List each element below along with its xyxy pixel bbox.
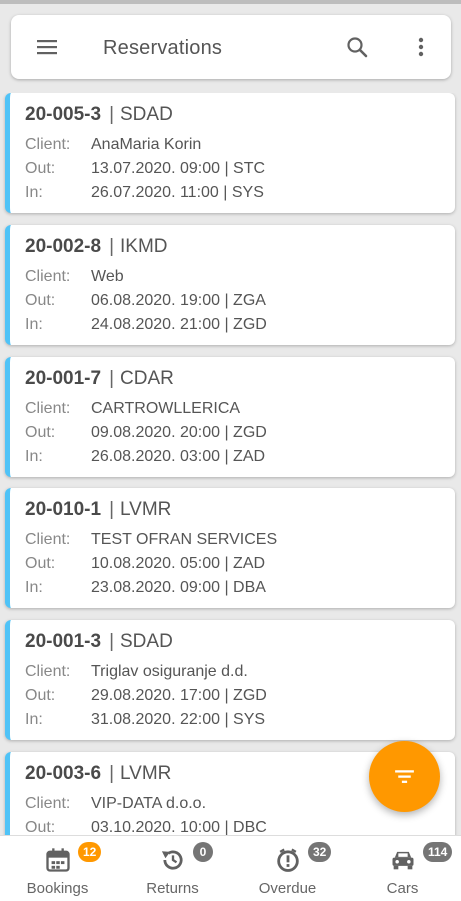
bottom-navigation: 12 Bookings 0 Returns 32 Overdue 114 Car… bbox=[0, 835, 461, 901]
out-label: Out: bbox=[25, 555, 56, 572]
separator: | bbox=[109, 763, 114, 784]
in-label: In: bbox=[25, 316, 43, 333]
car-group: IKMD bbox=[120, 236, 168, 257]
in-label: In: bbox=[25, 579, 43, 596]
cars-badge: 114 bbox=[423, 842, 453, 862]
car-group: CDAR bbox=[120, 368, 174, 389]
search-icon[interactable] bbox=[345, 35, 369, 59]
out-label: Out: bbox=[25, 424, 56, 441]
out-label: Out: bbox=[25, 160, 56, 177]
client-value: CARTROWLLERICA bbox=[91, 400, 241, 417]
returns-badge: 0 bbox=[193, 842, 213, 862]
app-bar: Reservations bbox=[11, 15, 451, 79]
in-label: In: bbox=[25, 448, 43, 465]
reservation-card[interactable]: 20-001-3 | SDAD Client: Triglav osiguranje … bbox=[5, 620, 455, 740]
in-label: In: bbox=[25, 711, 43, 728]
menu-icon[interactable] bbox=[35, 35, 59, 59]
reservation-code: 20-002-8 bbox=[25, 236, 102, 257]
out-value: 06.08.2020. 19:00 | ZGA bbox=[91, 292, 266, 309]
history-icon bbox=[161, 850, 183, 870]
car-group: SDAD bbox=[120, 104, 173, 125]
reservation-header: 20-010-1 | LVMR bbox=[25, 499, 171, 521]
in-value: 26.08.2020. 03:00 | ZAD bbox=[91, 448, 266, 465]
alarm-alert-icon bbox=[277, 848, 299, 872]
reservation-header: 20-003-6 | LVMR bbox=[25, 763, 171, 785]
bookings-badge: 12 bbox=[78, 842, 102, 862]
in-value: 26.07.2020. 11:00 | SYS bbox=[91, 184, 264, 201]
reservation-code: 20-001-3 bbox=[25, 631, 102, 652]
client-value: TEST OFRAN SERVICES bbox=[91, 531, 278, 548]
client-label: Client: bbox=[25, 795, 71, 812]
out-label: Out: bbox=[25, 292, 56, 309]
status-bar bbox=[0, 0, 461, 4]
car-icon bbox=[392, 851, 414, 870]
reservation-header: 20-002-8 | IKMD bbox=[25, 236, 168, 258]
reservation-card[interactable]: 20-002-8 | IKMD Client: Web Out: 06.08.2020.… bbox=[5, 225, 455, 345]
reservation-list[interactable]: 20-005-3 | SDAD Client: AnaMaria Korin Out:… bbox=[0, 93, 461, 835]
out-value: 09.08.2020. 20:00 | ZGD bbox=[91, 424, 267, 441]
separator: | bbox=[109, 631, 114, 652]
reservation-header: 20-001-7 | CDAR bbox=[25, 368, 174, 390]
nav-bookings-label: Bookings bbox=[26, 880, 89, 897]
reservation-card[interactable]: 20-010-1 | LVMR Client: TEST OFRAN SERVICES… bbox=[5, 488, 455, 608]
nav-overdue[interactable]: 32 Overdue bbox=[230, 836, 345, 901]
client-label: Client: bbox=[25, 663, 71, 680]
car-group: SDAD bbox=[120, 631, 173, 652]
out-label: Out: bbox=[25, 687, 56, 704]
client-label: Client: bbox=[25, 531, 71, 548]
car-group: LVMR bbox=[120, 763, 172, 784]
calendar-icon bbox=[46, 848, 70, 872]
reservation-header: 20-005-3 | SDAD bbox=[25, 104, 173, 126]
client-value: AnaMaria Korin bbox=[91, 136, 202, 153]
reservation-code: 20-001-7 bbox=[25, 368, 102, 389]
nav-overdue-label: Overdue bbox=[258, 880, 317, 897]
nav-returns[interactable]: 0 Returns bbox=[115, 836, 230, 901]
out-value: 13.07.2020. 09:00 | STC bbox=[91, 160, 266, 177]
more-vert-icon[interactable] bbox=[409, 35, 433, 59]
car-group: LVMR bbox=[120, 499, 172, 520]
client-label: Client: bbox=[25, 400, 71, 417]
reservation-code: 20-010-1 bbox=[25, 499, 102, 520]
reservation-header: 20-001-3 | SDAD bbox=[25, 631, 173, 653]
out-label: Out: bbox=[25, 819, 56, 835]
separator: | bbox=[109, 499, 114, 520]
reservation-code: 20-003-6 bbox=[25, 763, 102, 784]
out-value: 29.08.2020. 17:00 | ZGD bbox=[91, 687, 267, 704]
nav-cars[interactable]: 114 Cars bbox=[345, 836, 460, 901]
reservation-code: 20-005-3 bbox=[25, 104, 102, 125]
separator: | bbox=[109, 368, 114, 389]
filter-icon bbox=[395, 770, 414, 783]
client-label: Client: bbox=[25, 268, 71, 285]
nav-bookings[interactable]: 12 Bookings bbox=[0, 836, 115, 901]
overdue-badge: 32 bbox=[308, 842, 332, 862]
in-value: 31.08.2020. 22:00 | SYS bbox=[91, 711, 266, 728]
client-label: Client: bbox=[25, 136, 71, 153]
client-value: Web bbox=[91, 268, 124, 285]
in-label: In: bbox=[25, 184, 43, 201]
separator: | bbox=[109, 104, 114, 125]
filter-button[interactable] bbox=[369, 741, 440, 812]
out-value: 03.10.2020. 10:00 | DBC bbox=[91, 819, 267, 835]
nav-returns-label: Returns bbox=[146, 880, 199, 897]
nav-cars-label: Cars bbox=[386, 880, 419, 897]
reservation-card[interactable]: 20-001-7 | CDAR Client: CARTROWLLERICA Out:… bbox=[5, 357, 455, 477]
page-title: Reservations bbox=[103, 37, 223, 59]
reservation-card[interactable]: 20-005-3 | SDAD Client: AnaMaria Korin Out:… bbox=[5, 93, 455, 213]
client-value: Triglav osiguranje d.d. bbox=[91, 663, 248, 680]
client-value: VIP-DATA d.o.o. bbox=[91, 795, 207, 812]
in-value: 23.08.2020. 09:00 | DBA bbox=[91, 579, 266, 596]
in-value: 24.08.2020. 21:00 | ZGD bbox=[91, 316, 267, 333]
out-value: 10.08.2020. 05:00 | ZAD bbox=[91, 555, 266, 572]
separator: | bbox=[109, 236, 114, 257]
